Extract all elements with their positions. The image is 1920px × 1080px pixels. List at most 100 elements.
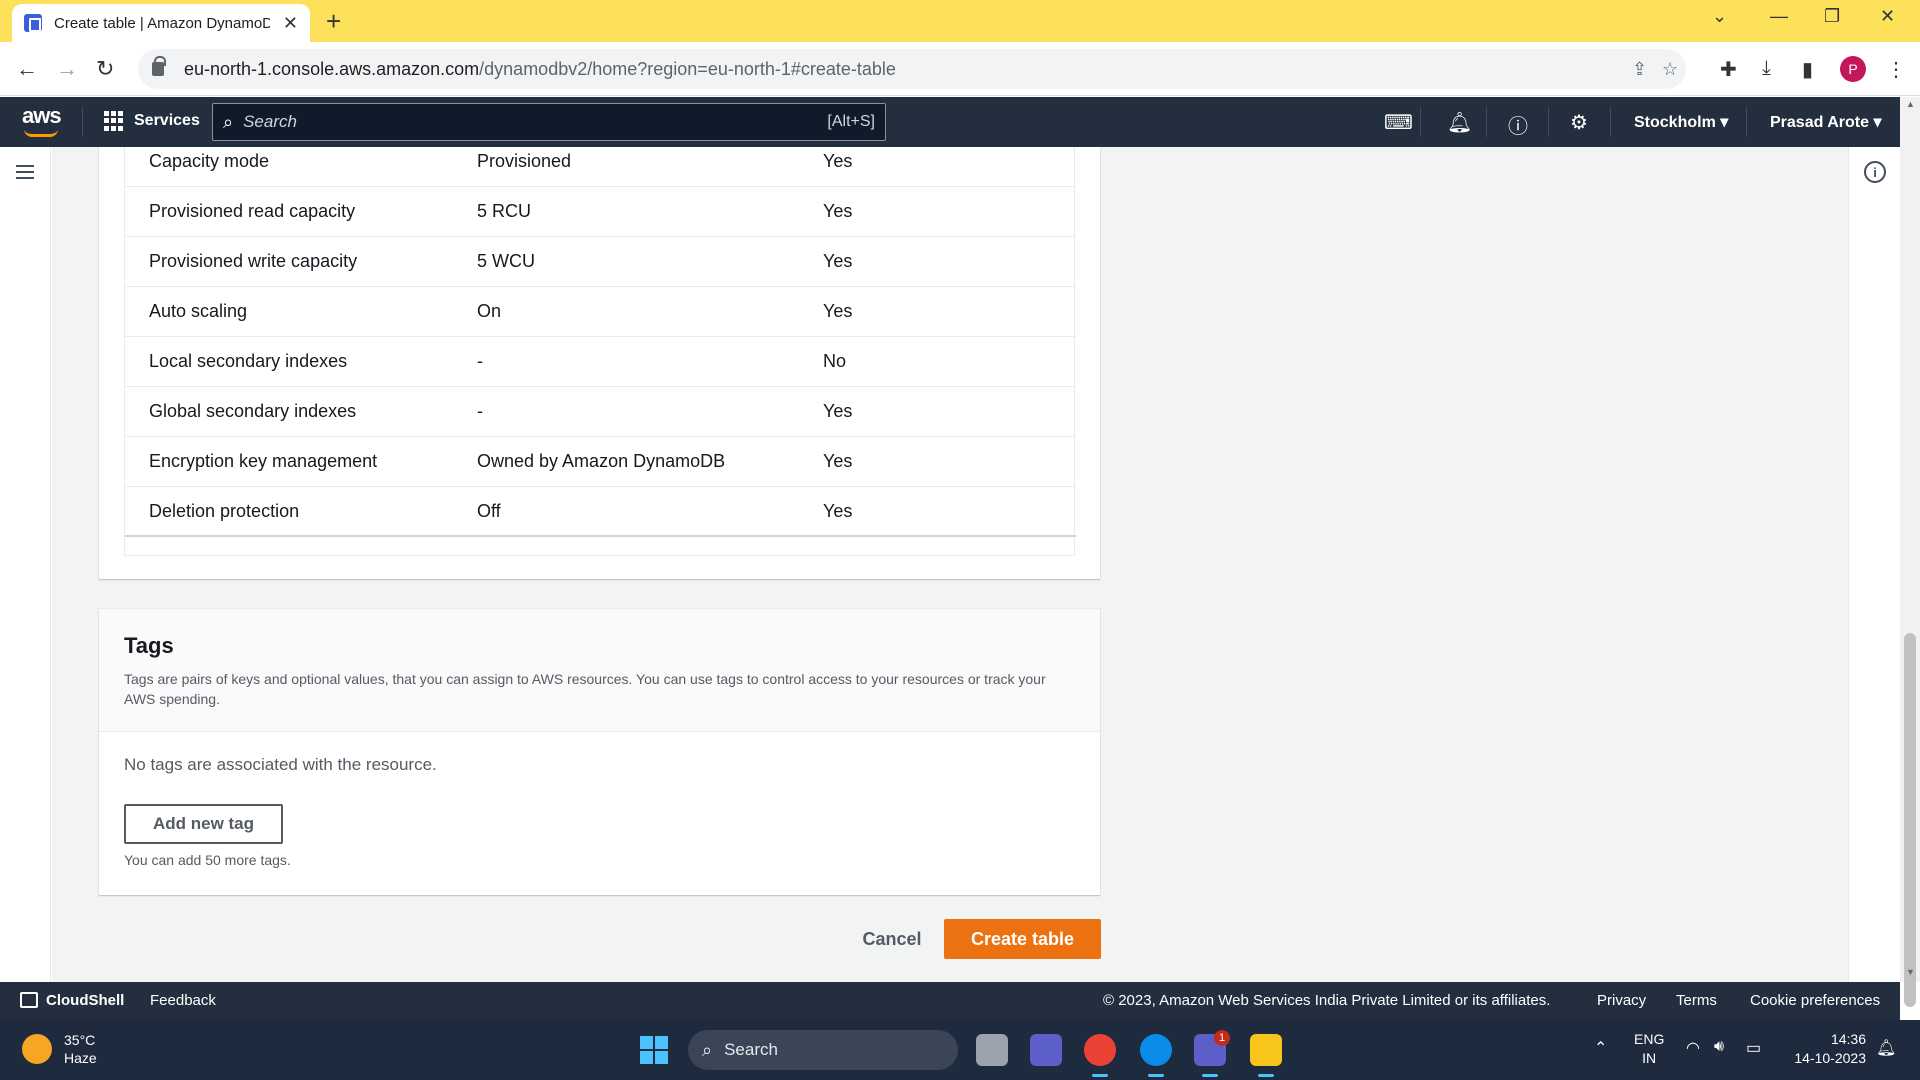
reload-icon[interactable]: ↻ [96, 56, 114, 82]
copyright-text: © 2023, Amazon Web Services India Privat… [1103, 992, 1551, 1009]
account-menu[interactable]: Prasad Arote ▾ [1770, 112, 1881, 132]
cloudshell-link[interactable]: CloudShell [20, 992, 124, 1009]
create-table-button[interactable]: Create table [944, 919, 1101, 959]
divider [1746, 107, 1747, 137]
dynamodb-favicon-icon [24, 14, 42, 32]
tags-title: Tags [124, 633, 174, 658]
tags-limit-message: You can add 50 more tags. [124, 852, 291, 868]
volume-icon[interactable]: 🔊︎ [1714, 1038, 1724, 1056]
add-new-tag-button[interactable]: Add new tag [124, 804, 283, 844]
wifi-icon[interactable]: ◠ [1686, 1038, 1700, 1058]
teams-notification-badge: 1 [1214, 1030, 1230, 1046]
search-shortcut-hint: [Alt+S] [827, 113, 875, 130]
show-hidden-icons-chevron-icon[interactable]: ⌃ [1594, 1038, 1607, 1058]
forward-icon[interactable]: → [56, 56, 78, 82]
file-explorer-icon[interactable] [1250, 1034, 1282, 1077]
window-close-icon[interactable]: ✕ [1880, 6, 1895, 27]
info-panel-icon[interactable]: i [1864, 161, 1886, 183]
scroll-up-icon[interactable]: ▲ [1906, 99, 1915, 109]
grid-icon [104, 111, 124, 131]
task-view-icon[interactable] [976, 1034, 1008, 1066]
main-content: Capacity mode Provisioned Yes Provisione… [52, 147, 1848, 982]
table-row: Provisioned read capacity 5 RCU Yes [125, 187, 1076, 237]
table-row: Encryption key management Owned by Amazo… [125, 437, 1076, 487]
search-icon: ⌕ [223, 111, 234, 132]
divider [1548, 107, 1549, 137]
table-row: Auto scaling On Yes [125, 287, 1076, 337]
windows-start-icon[interactable] [640, 1036, 668, 1064]
browser-tab-bar: Create table | Amazon DynamoDB ✕ + ⌄ — ❐… [0, 0, 1920, 42]
teams-meet-icon[interactable] [1030, 1034, 1062, 1066]
cookie-preferences-link[interactable]: Cookie preferences [1750, 992, 1880, 1009]
aws-search-input[interactable] [243, 112, 828, 132]
divider [1486, 107, 1487, 137]
minimize-icon[interactable]: — [1770, 6, 1788, 27]
services-button[interactable]: Services [104, 111, 200, 131]
scrollbar-thumb[interactable] [1904, 633, 1916, 1007]
browser-toolbar: ← → ↻ eu-north-1.console.aws.amazon.com/… [0, 42, 1920, 96]
settings-table: Capacity mode Provisioned Yes Provisione… [124, 147, 1076, 556]
aws-logo[interactable]: aws [22, 103, 62, 137]
privacy-link[interactable]: Privacy [1597, 992, 1646, 1009]
browser-menu-icon[interactable]: ⋮ [1886, 57, 1906, 82]
back-icon[interactable]: ← [16, 56, 38, 82]
aws-top-nav: aws Services ⌕ [Alt+S] ⌨ 🔔︎ ⓘ ⚙ Stockhol… [0, 97, 1920, 147]
left-navigation-rail [0, 147, 51, 982]
table-row: Deletion protection Off Yes [125, 487, 1076, 537]
divider [1610, 107, 1611, 137]
url-text[interactable]: eu-north-1.console.aws.amazon.com/dynamo… [184, 59, 896, 80]
scroll-down-icon[interactable]: ▼ [1906, 967, 1915, 977]
terms-link[interactable]: Terms [1676, 992, 1717, 1009]
notification-bell-icon[interactable]: 🔔︎ [1876, 1038, 1896, 1058]
extensions-icon[interactable]: ✚ [1720, 57, 1737, 82]
notifications-bell-icon[interactable]: 🔔︎ [1447, 110, 1472, 135]
share-icon[interactable]: ⇪ [1632, 59, 1647, 80]
battery-icon[interactable]: ▭ [1746, 1038, 1761, 1058]
aws-smile-icon [24, 129, 58, 137]
language-indicator[interactable]: ENG IN [1634, 1030, 1664, 1068]
tab-close-icon[interactable]: ✕ [283, 13, 298, 34]
divider [82, 107, 83, 137]
sun-haze-icon[interactable] [22, 1034, 52, 1064]
edge-icon[interactable] [1140, 1034, 1172, 1077]
feedback-link[interactable]: Feedback [150, 992, 216, 1009]
new-tab-icon[interactable]: + [326, 6, 341, 37]
taskbar-search[interactable]: ⌕ Search [688, 1030, 958, 1070]
clock[interactable]: 14:36 14-10-2023 [1786, 1030, 1866, 1068]
tab-title: Create table | Amazon DynamoDB [54, 14, 270, 32]
tags-header: Tags Tags are pairs of keys and optional… [99, 609, 1100, 732]
cloudshell-icon [20, 992, 38, 1008]
tags-description: Tags are pairs of keys and optional valu… [124, 671, 1046, 707]
downloads-icon[interactable]: ⤓ [1762, 57, 1771, 80]
weather-widget[interactable]: 35°C Haze [64, 1031, 97, 1067]
no-tags-message: No tags are associated with the resource… [124, 755, 437, 774]
search-icon: ⌕ [702, 1039, 713, 1060]
profile-avatar[interactable]: P [1840, 56, 1866, 82]
hamburger-menu-icon[interactable] [16, 165, 34, 179]
tags-panel: Tags Tags are pairs of keys and optional… [99, 609, 1100, 895]
table-row: Provisioned write capacity 5 WCU Yes [125, 237, 1076, 287]
restore-icon[interactable]: ❐ [1824, 6, 1840, 27]
aws-search-box[interactable]: ⌕ [Alt+S] [212, 103, 886, 141]
table-row: Capacity mode Provisioned Yes [125, 147, 1076, 187]
tab-search-icon[interactable]: ⌄ [1712, 6, 1727, 27]
help-icon[interactable]: ⓘ [1508, 110, 1528, 139]
table-row: Global secondary indexes - Yes [125, 387, 1076, 437]
settings-gear-icon[interactable]: ⚙ [1570, 110, 1588, 135]
cloudshell-icon[interactable]: ⌨ [1384, 110, 1413, 135]
lock-icon[interactable] [152, 56, 166, 76]
page-scrollbar[interactable]: ▲ ▼ [1900, 97, 1920, 1007]
side-panel-icon[interactable]: ▮ [1802, 57, 1813, 82]
settings-summary-panel: Capacity mode Provisioned Yes Provisione… [99, 147, 1100, 579]
cancel-button[interactable]: Cancel [832, 919, 952, 959]
windows-taskbar: 35°C Haze ⌕ Search 1 ⌃ ENG IN ◠ 🔊︎ ▭ 14:… [0, 1020, 1920, 1080]
table-row: Local secondary indexes - No [125, 337, 1076, 387]
bookmark-star-icon[interactable]: ☆ [1662, 59, 1678, 80]
chrome-icon[interactable] [1084, 1034, 1116, 1077]
address-bar[interactable]: eu-north-1.console.aws.amazon.com/dynamo… [138, 49, 1686, 89]
aws-footer: CloudShell Feedback © 2023, Amazon Web S… [0, 982, 1900, 1020]
browser-tab-active[interactable]: Create table | Amazon DynamoDB ✕ [12, 4, 310, 42]
region-selector[interactable]: Stockholm ▾ [1634, 112, 1728, 132]
right-tools-rail: i [1848, 147, 1900, 982]
divider [1420, 107, 1421, 137]
